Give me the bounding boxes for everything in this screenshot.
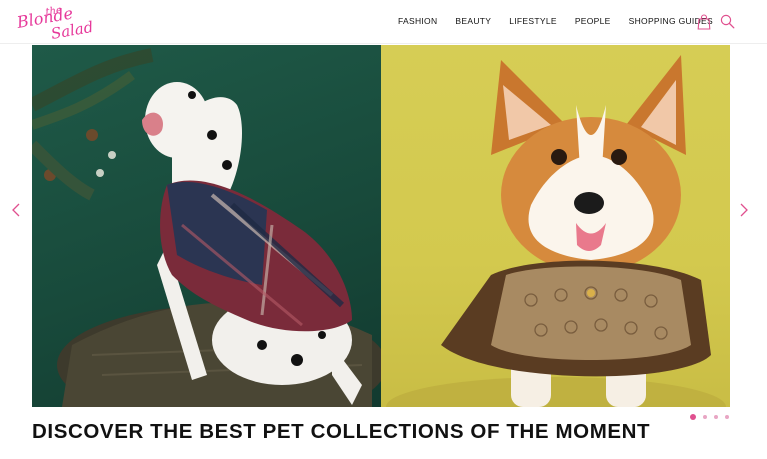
nav-item-beauty[interactable]: BEAUTY [455, 16, 491, 26]
nav-item-lifestyle[interactable]: LIFESTYLE [509, 16, 557, 26]
search-icon[interactable] [720, 14, 735, 29]
brand-logo[interactable]: the Blonde Salad [16, 4, 114, 42]
slide-image-dalmatian[interactable] [32, 45, 381, 407]
main-nav: FASHION BEAUTY LIFESTYLE PEOPLE SHOPPING… [398, 16, 713, 26]
monogram-cape-graphic [441, 260, 711, 377]
chevron-right-icon[interactable] [738, 202, 750, 218]
site-header: the Blonde Salad FASHION BEAUTY LIFESTYL… [0, 0, 767, 44]
slider-pagination [690, 414, 736, 420]
nav-item-people[interactable]: PEOPLE [575, 16, 611, 26]
slide-image-corgi[interactable] [381, 45, 730, 407]
slider-dot-3[interactable] [714, 415, 718, 419]
nav-item-fashion[interactable]: FASHION [398, 16, 437, 26]
pine-garland-graphic [32, 48, 154, 201]
slider-dot-2[interactable] [703, 415, 707, 419]
shopping-bag-icon[interactable] [697, 14, 711, 30]
chevron-left-icon[interactable] [10, 202, 22, 218]
slider-dot-1[interactable] [690, 414, 696, 420]
slider-dot-4[interactable] [725, 415, 729, 419]
article-headline[interactable]: DISCOVER THE BEST PET COLLECTIONS OF THE… [32, 420, 650, 444]
hero-slider [0, 44, 767, 408]
